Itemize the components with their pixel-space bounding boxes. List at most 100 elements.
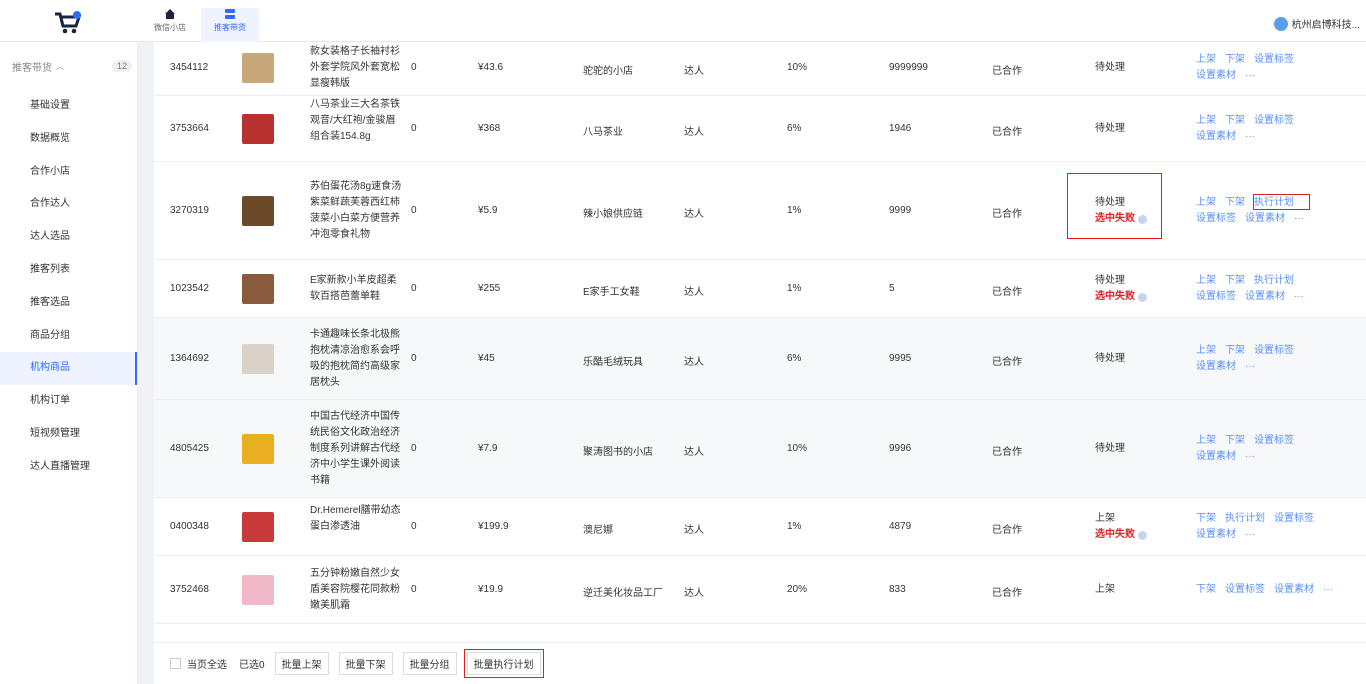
product-id: 3753664 bbox=[170, 123, 209, 134]
shop-name: 澳尼娜 bbox=[583, 525, 613, 536]
cooperation-status: 已合作 bbox=[992, 127, 1022, 138]
row-action-link[interactable]: 设置标签 bbox=[1196, 291, 1236, 302]
status-text: 上架 bbox=[1095, 513, 1115, 524]
row-action-link[interactable]: 设置素材 bbox=[1196, 131, 1236, 142]
row-action-link[interactable]: ··· bbox=[1294, 291, 1304, 302]
row-action-link[interactable]: ··· bbox=[1245, 131, 1255, 142]
shop-name: 驼驼的小店 bbox=[583, 66, 633, 77]
row-action-link[interactable]: ··· bbox=[1294, 213, 1304, 224]
product-thumbnail bbox=[242, 344, 274, 374]
bulk-execute-plan-button[interactable]: 批量执行计划 bbox=[463, 649, 544, 678]
row-action-link[interactable]: ··· bbox=[1245, 529, 1255, 540]
sidebar-item-partner-shops[interactable]: 合作小店 bbox=[0, 156, 137, 189]
row-actions: 上架 下架 设置标签设置素材 ··· bbox=[1196, 433, 1356, 465]
row-action-link[interactable]: ··· bbox=[1245, 451, 1255, 462]
row-action-link[interactable]: 设置素材 bbox=[1196, 451, 1236, 462]
row-action-link[interactable]: 下架 bbox=[1225, 115, 1245, 126]
row-action-link[interactable]: 上架 bbox=[1196, 115, 1216, 126]
row-action-link[interactable]: 上架 bbox=[1196, 54, 1216, 65]
sidebar-item-promoter-selection[interactable]: 推客选品 bbox=[0, 287, 137, 320]
status-cell: 待处理 bbox=[1095, 351, 1125, 367]
select-all-checkbox[interactable] bbox=[170, 658, 181, 669]
row-action-link[interactable]: 设置标签 bbox=[1254, 345, 1294, 356]
cooperation-status: 已合作 bbox=[992, 447, 1022, 458]
commission-rate: 1% bbox=[787, 205, 802, 216]
row-action-link[interactable]: 下架 bbox=[1225, 435, 1245, 446]
sidebar-item-live-management[interactable]: 达人直播管理 bbox=[0, 451, 137, 484]
product-name: 款女装格子长袖衬衫外套学院风外套宽松显瘦韩版 bbox=[310, 46, 400, 89]
row-action-link[interactable]: 下架 bbox=[1225, 197, 1245, 208]
info-icon[interactable] bbox=[1138, 530, 1147, 540]
bulk-group-button[interactable]: 批量分组 bbox=[402, 652, 457, 675]
row-action-link[interactable]: 下架 bbox=[1225, 54, 1245, 65]
sidebar-item-basic-settings[interactable]: 基础设置 bbox=[0, 90, 137, 123]
row-action-link[interactable]: 设置素材 bbox=[1245, 291, 1285, 302]
product-name: 八马茶业三大名茶铁观音/大红袍/金骏眉组合装154.8g bbox=[310, 99, 400, 142]
price: ¥7.9 bbox=[478, 443, 498, 454]
chevron-up-icon: ︿ bbox=[56, 61, 64, 71]
sidebar-item-promoter-list[interactable]: 推客列表 bbox=[0, 254, 137, 287]
bulk-action-bar: 当页全选 已选0 批量上架 批量下架 批量分组 批量执行计划 bbox=[154, 642, 1366, 684]
promoter-type: 达人 bbox=[684, 588, 704, 599]
tab-wechat-shop[interactable]: 微信小店 bbox=[141, 8, 199, 42]
sidebar-item-product-groups[interactable]: 商品分组 bbox=[0, 320, 137, 353]
sidebar-item-partner-talents[interactable]: 合作达人 bbox=[0, 188, 137, 221]
shop-name: 逆迁美化妆品工厂 bbox=[583, 588, 663, 599]
sidebar-section-header[interactable]: 推客带货 ︿ 12 bbox=[0, 42, 137, 90]
row-action-link[interactable]: 设置素材 bbox=[1196, 529, 1236, 540]
row-action-link[interactable]: 设置标签 bbox=[1254, 115, 1294, 126]
row-action-link[interactable]: 下架 bbox=[1196, 584, 1216, 595]
sidebar-item-data-overview[interactable]: 数据概览 bbox=[0, 123, 137, 156]
row-action-link[interactable]: 设置标签 bbox=[1225, 584, 1265, 595]
stock: 4879 bbox=[889, 521, 912, 532]
row-action-link[interactable]: ··· bbox=[1323, 584, 1333, 595]
row-action-link[interactable]: 设置标签 bbox=[1254, 435, 1294, 446]
status-highlight-box bbox=[1067, 173, 1162, 239]
bulk-list-button[interactable]: 批量上架 bbox=[274, 652, 329, 675]
sidebar-item-talent-selection[interactable]: 达人选品 bbox=[0, 221, 137, 254]
select-failed-text: 选中失败 bbox=[1095, 529, 1135, 540]
stock: 1946 bbox=[889, 123, 912, 134]
shop-name: E家手工女鞋 bbox=[583, 287, 640, 298]
table-row: 3454112 0 ¥43.6 驼驼的小店 达人 10% 9999999 已合作 款女装格子长袖… bbox=[154, 42, 1366, 96]
product-id: 3270319 bbox=[170, 205, 209, 216]
tab-promoter[interactable]: 推客带货 bbox=[201, 8, 259, 42]
row-action-link[interactable]: ··· bbox=[1245, 70, 1255, 81]
row-action-link[interactable]: 设置素材 bbox=[1274, 584, 1314, 595]
status-text: 待处理 bbox=[1095, 62, 1125, 73]
row-action-link[interactable]: 执行计划 bbox=[1225, 513, 1265, 524]
row-action-link[interactable]: 上架 bbox=[1196, 345, 1216, 356]
row-action-link[interactable]: 设置素材 bbox=[1196, 70, 1236, 81]
row-action-link[interactable]: 执行计划 bbox=[1254, 275, 1294, 286]
row-action-link[interactable]: 设置素材 bbox=[1245, 213, 1285, 224]
product-id: 1023542 bbox=[170, 283, 209, 294]
promoter-type: 达人 bbox=[684, 447, 704, 458]
product-thumbnail bbox=[242, 434, 274, 464]
row-action-link[interactable]: 下架 bbox=[1225, 345, 1245, 356]
row-action-link[interactable]: 设置标签 bbox=[1196, 213, 1236, 224]
commission-rate: 10% bbox=[787, 443, 808, 454]
sidebar-item-org-orders[interactable]: 机构订单 bbox=[0, 385, 137, 418]
row-action-link[interactable]: 设置标签 bbox=[1254, 54, 1294, 65]
sidebar-item-short-video[interactable]: 短视频管理 bbox=[0, 418, 137, 451]
tab-label: 推客带货 bbox=[214, 23, 246, 32]
cart-logo-icon bbox=[55, 11, 82, 34]
table-row: 1023542 0 ¥255 E家手工女鞋 达人 1% 5 已合作 E家新款小羊皮超柔软百搭芭蕾… bbox=[154, 260, 1366, 318]
info-icon[interactable] bbox=[1138, 292, 1147, 302]
user-menu[interactable]: 杭州启博科技... bbox=[1273, 16, 1360, 31]
sidebar-section-label: 推客带货 bbox=[12, 62, 52, 74]
bulk-delist-button[interactable]: 批量下架 bbox=[338, 652, 393, 675]
row-action-link[interactable]: 上架 bbox=[1196, 435, 1216, 446]
sidebar-item-org-products[interactable]: 机构商品 bbox=[0, 352, 137, 386]
row-action-link[interactable]: 上架 bbox=[1196, 197, 1216, 208]
row-action-link[interactable]: 下架 bbox=[1225, 275, 1245, 286]
row-action-link[interactable]: 设置素材 bbox=[1196, 361, 1236, 372]
product-thumbnail bbox=[242, 53, 274, 83]
row-action-link[interactable]: 下架 bbox=[1196, 513, 1216, 524]
row-action-link[interactable]: 上架 bbox=[1196, 275, 1216, 286]
status-text: 待处理 bbox=[1095, 443, 1125, 454]
row-action-link[interactable]: 设置标签 bbox=[1274, 513, 1314, 524]
stock: 9999 bbox=[889, 205, 912, 216]
product-id: 3454112 bbox=[170, 62, 209, 73]
row-action-link[interactable]: ··· bbox=[1245, 361, 1255, 372]
